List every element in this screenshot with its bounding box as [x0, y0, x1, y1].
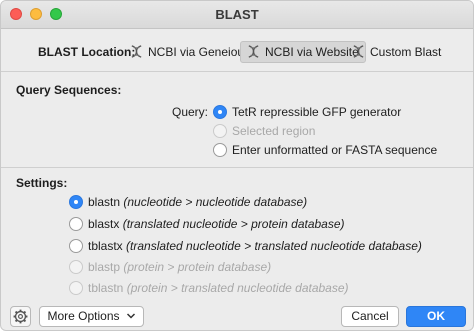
- cancel-button[interactable]: Cancel: [341, 306, 399, 327]
- radio-button: [213, 124, 227, 138]
- dna-icon: [353, 45, 364, 58]
- chevron-down-icon: [126, 313, 135, 319]
- query-option-label: TetR repressible GFP generator: [232, 105, 402, 119]
- program-description: (protein > protein database): [123, 260, 272, 274]
- more-options-button[interactable]: More Options: [39, 306, 144, 327]
- window-title: BLAST: [215, 7, 259, 22]
- blast-dialog: BLAST BLAST Location: NCBI via Geneious …: [0, 0, 474, 331]
- program-name: tblastx: [88, 239, 123, 253]
- blast-location-row: BLAST Location: NCBI via Geneious NCBI v…: [1, 41, 473, 63]
- radio-button[interactable]: [69, 239, 83, 253]
- query-sequences-heading: Query Sequences:: [16, 83, 122, 97]
- program-description: (translated nucleotide > protein databas…: [122, 217, 345, 231]
- program-description: (translated nucleotide > translated nucl…: [126, 239, 422, 253]
- radio-button: [69, 281, 83, 295]
- program-description: (protein > translated nucleotide databas…: [126, 281, 349, 295]
- location-ncbi-geneious[interactable]: NCBI via Geneious: [124, 41, 256, 63]
- footer-bar: More Options Cancel OK: [1, 299, 473, 330]
- query-option-label: Enter unformatted or FASTA sequence: [232, 143, 438, 157]
- radio-button[interactable]: [69, 217, 83, 231]
- radio-button: [69, 260, 83, 274]
- radio-button[interactable]: [213, 143, 227, 157]
- settings-gear-button[interactable]: [10, 306, 31, 327]
- program-name: tblastn: [88, 281, 124, 295]
- location-ncbi-website-label: NCBI via Website: [265, 45, 359, 59]
- program-name: blastp: [88, 260, 121, 274]
- divider: [1, 71, 473, 72]
- program-name: blastn: [88, 195, 121, 209]
- ok-button[interactable]: OK: [406, 306, 466, 327]
- dna-icon: [248, 45, 259, 58]
- program-name: blastx: [88, 217, 120, 231]
- radio-button[interactable]: [69, 195, 83, 209]
- query-label: Query:: [172, 105, 209, 119]
- blast-location-label: BLAST Location:: [38, 45, 136, 59]
- program-description: (nucleotide > nucleotide database): [123, 195, 308, 209]
- settings-heading: Settings:: [16, 176, 68, 190]
- radio-button[interactable]: [213, 105, 227, 119]
- location-custom-blast-label: Custom Blast: [370, 45, 442, 59]
- title-bar: BLAST: [1, 1, 473, 29]
- more-options-label: More Options: [47, 309, 120, 323]
- location-custom-blast[interactable]: Custom Blast: [346, 41, 447, 63]
- query-option-label: Selected region: [232, 124, 316, 138]
- location-ncbi-geneious-label: NCBI via Geneious: [148, 45, 251, 59]
- dna-icon: [131, 45, 142, 58]
- gear-icon: [13, 309, 28, 324]
- divider: [1, 167, 473, 168]
